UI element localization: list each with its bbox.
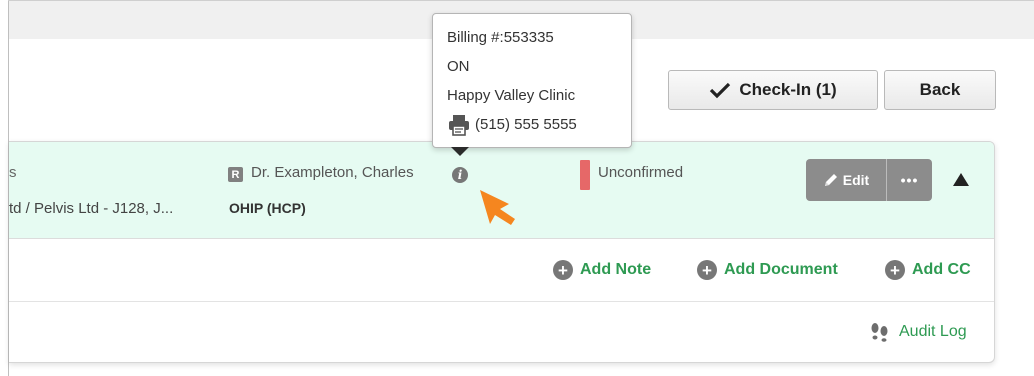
add-cc-label: Add CC (912, 261, 971, 278)
add-note-label: Add Note (580, 261, 652, 278)
edit-button-group: Edit ••• (806, 159, 932, 201)
collapse-caret-icon[interactable] (953, 173, 969, 186)
edit-button[interactable]: Edit (806, 159, 886, 201)
fax-number-row: (515) 555 5555 (447, 110, 617, 139)
doctor-name: Dr. Exampleton, Charles (251, 164, 414, 181)
add-document-label: Add Document (724, 261, 838, 278)
referral-badge: R (228, 167, 243, 182)
appointment-card: s td / Pelvis Ltd - J128, J... R Dr. Exa… (9, 141, 995, 363)
audit-log-link[interactable]: Audit Log (869, 322, 967, 342)
pencil-icon (824, 174, 837, 186)
fax-number: (515) 555 5555 (475, 116, 577, 133)
tooltip-arrow (451, 147, 469, 156)
appointment-reason: td / Pelvis Ltd - J128, J... (9, 200, 174, 217)
checkmark-icon (710, 82, 731, 99)
printer-icon (449, 114, 469, 136)
patient-name-fragment: s (9, 164, 17, 181)
coverage-label: OHIP (HCP) (229, 200, 306, 216)
plus-circle-icon: + (885, 260, 905, 280)
plus-circle-icon: + (697, 260, 717, 280)
check-in-button[interactable]: Check-In (1) (668, 70, 878, 110)
pointer-cursor-icon (480, 190, 515, 225)
edit-label: Edit (842, 172, 870, 188)
info-icon[interactable]: i (452, 167, 468, 183)
status-text: Unconfirmed (598, 164, 684, 181)
province: ON (447, 58, 470, 75)
actions-row: + Add Note + Add Document + Add CC (9, 239, 994, 302)
plus-circle-icon: + (553, 260, 573, 280)
back-button[interactable]: Back (884, 70, 996, 110)
add-note-button[interactable]: + Add Note (553, 260, 651, 280)
audit-log-label: Audit Log (899, 323, 967, 340)
check-in-label: Check-In (1) (739, 80, 837, 99)
back-label: Back (919, 80, 961, 99)
provider-info-tooltip: Billing #:553335 ON Happy Valley Clinic … (432, 13, 632, 148)
status-indicator (580, 160, 590, 190)
footprints-icon (871, 323, 888, 342)
add-cc-button[interactable]: + Add CC (885, 260, 971, 280)
billing-number: Billing #:553335 (447, 29, 554, 46)
audit-row: Audit Log (9, 302, 994, 362)
add-document-button[interactable]: + Add Document (697, 260, 838, 280)
clinic-name: Happy Valley Clinic (447, 87, 576, 104)
more-options-button[interactable]: ••• (887, 159, 932, 201)
